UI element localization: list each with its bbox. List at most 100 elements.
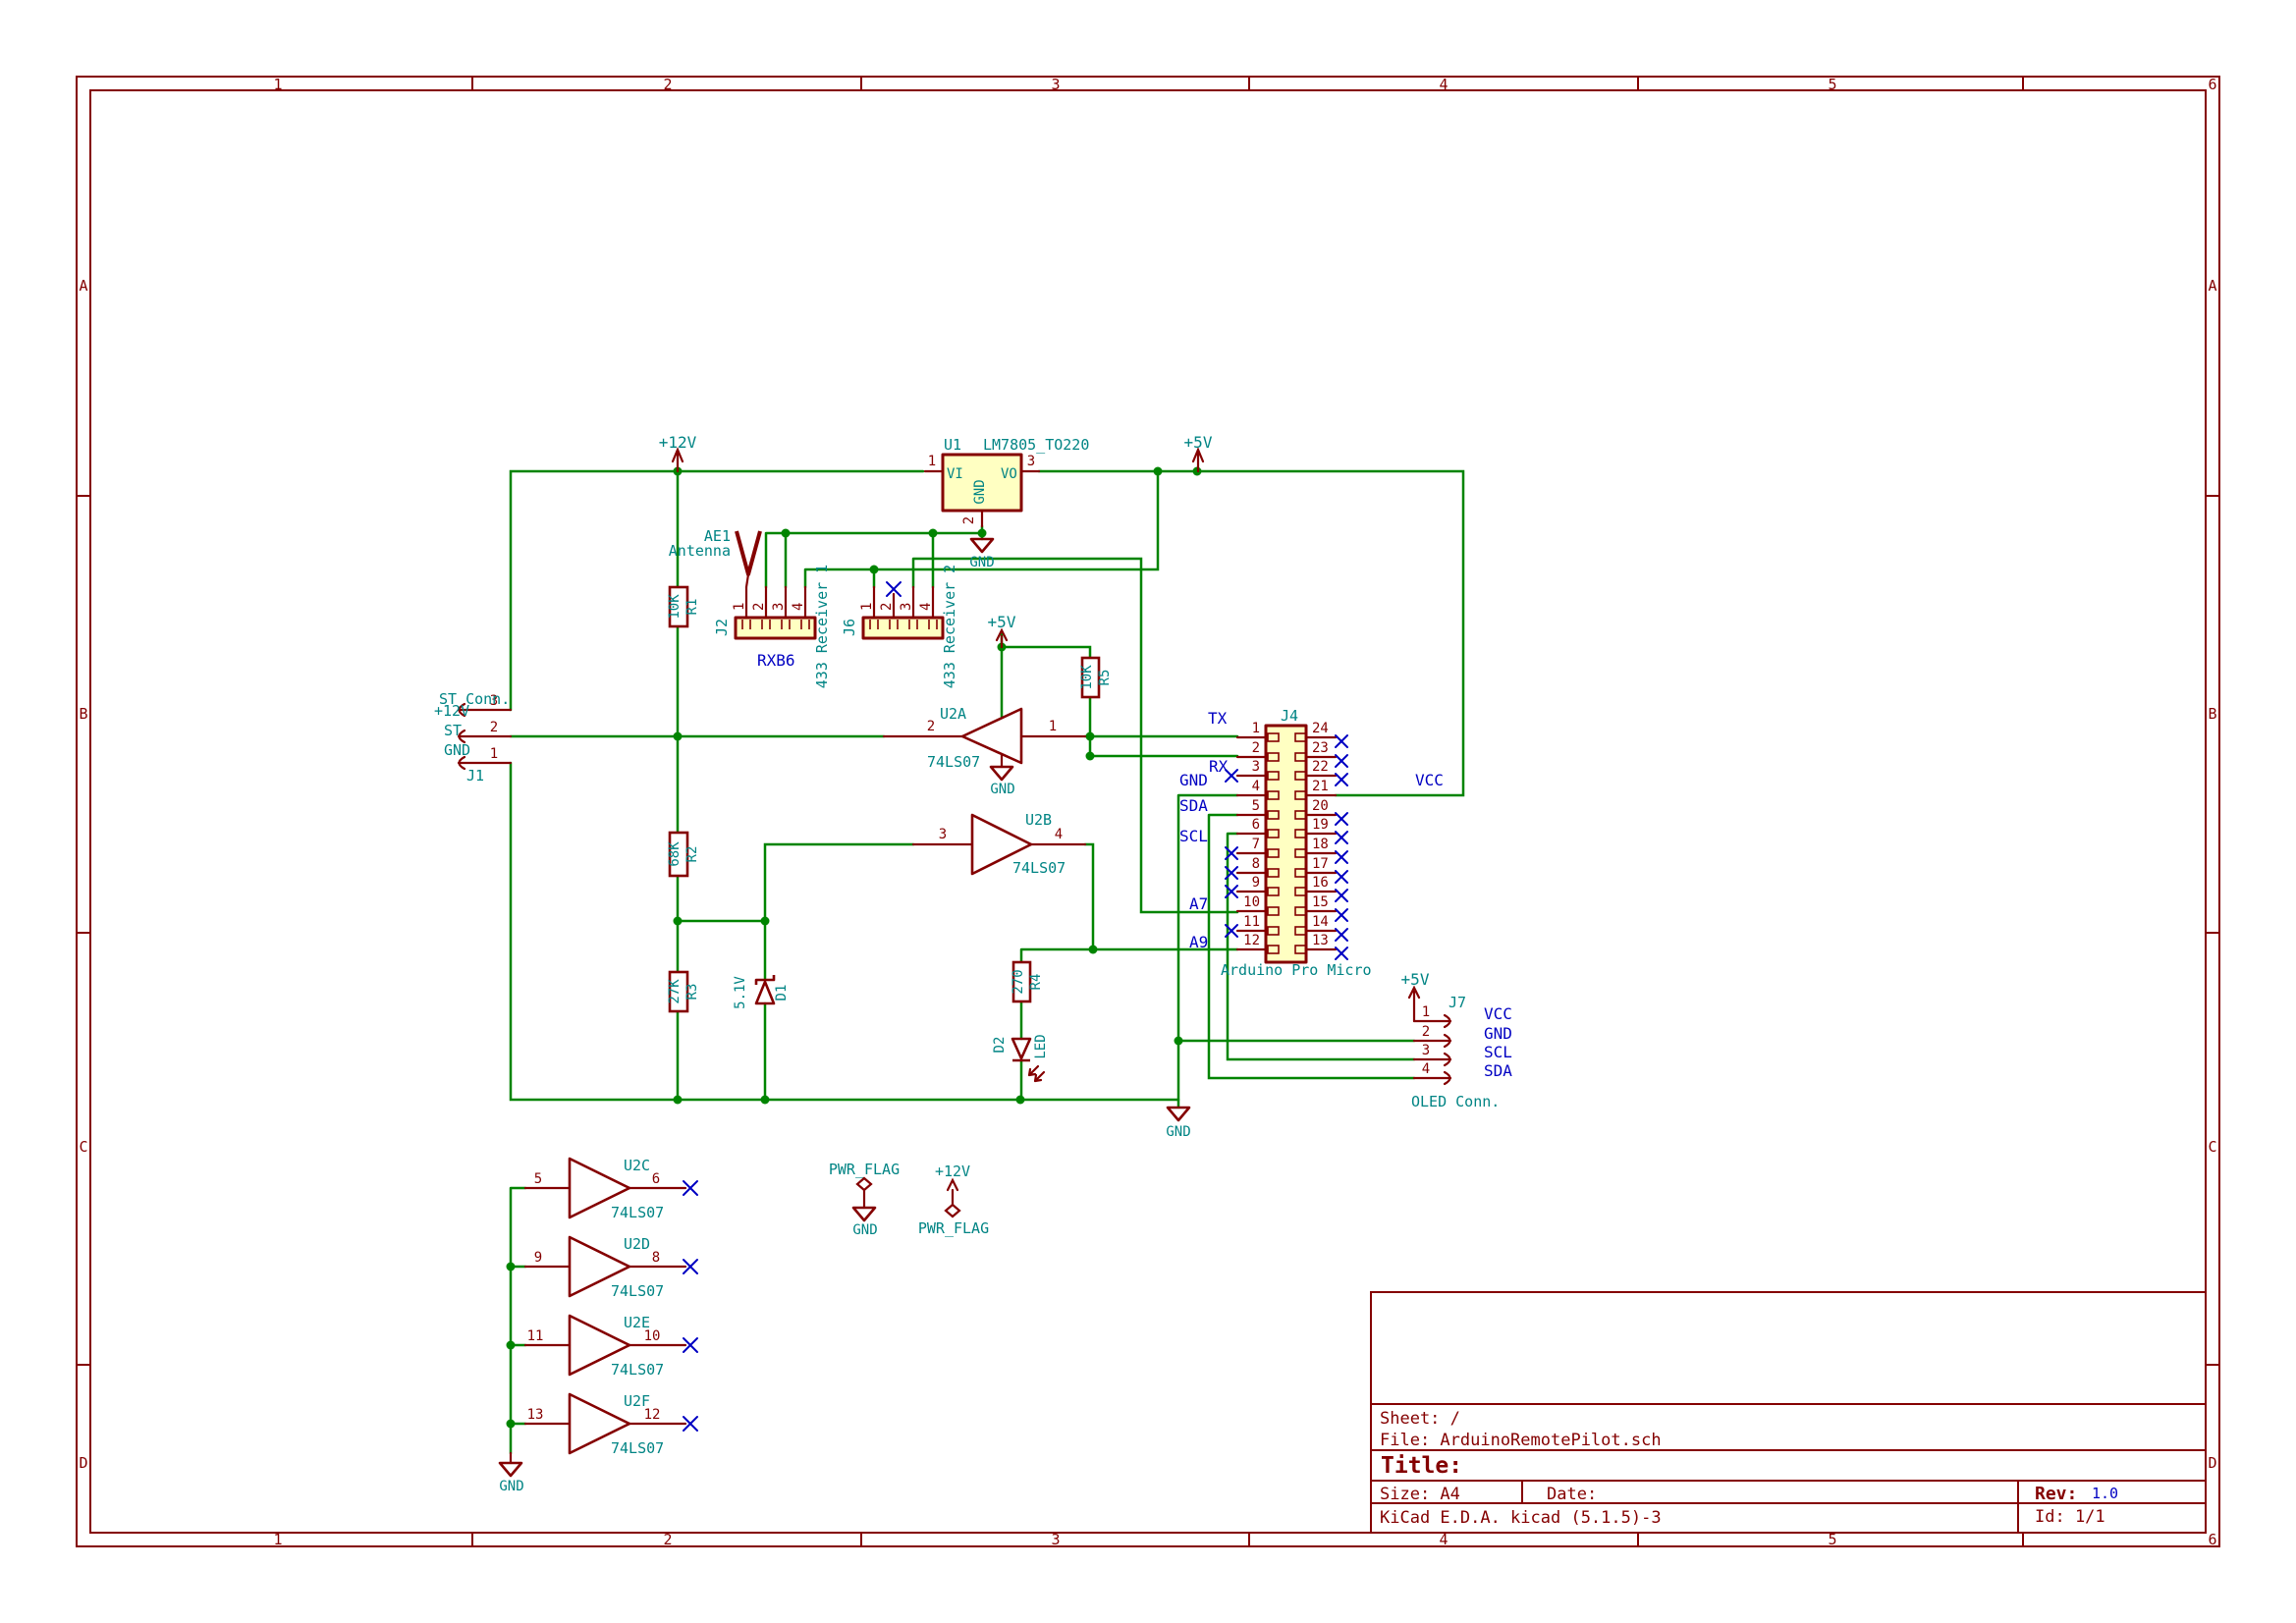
r1-ref: R1 [684,599,700,616]
net-label-tx[interactable]: TX [1208,709,1228,728]
no-connect-icon [1335,754,1348,768]
j4-pin-number: 18 [1312,837,1329,852]
j4-pin-number: 7 [1252,837,1260,852]
gnd-symbol-center[interactable]: GND [1166,1106,1191,1140]
j1-pin1-label: GND [444,741,470,759]
buffer-u2e[interactable]: U2E 74LS07 11 10 [523,1314,698,1379]
u1-value: LM7805_TO220 [983,436,1089,454]
power-5v-u2a[interactable]: +5V [988,613,1016,649]
j7-ref: J7 [1449,994,1466,1011]
power-12v-main[interactable]: +12V [659,433,697,473]
schematic-canvas: 1 2 3 4 5 6 1 2 3 4 5 6 A B C D A B C D … [0,0,2296,1623]
j6-pin-number: 4 [918,603,934,611]
gnd-symbol-u2a[interactable]: GND [989,753,1015,797]
regulator-u1[interactable]: U1 LM7805_TO220 VI VO GND 1 3 2 [923,436,1089,528]
u2c-ref: U2C [624,1157,650,1174]
gnd-symbol-u1[interactable]: GND [969,537,995,570]
no-connect-icon [1335,928,1348,942]
connector-j6[interactable]: 1 2 3 4 J6 433 Receiver 2 [841,565,958,688]
power-5v-main[interactable]: +5V [1184,433,1213,473]
j1-ref: J1 [466,767,484,784]
net-label-sda[interactable]: SDA [1179,796,1208,815]
connector-j1[interactable]: 3 2 1 ST Conn. +12V ST GND J1 [434,690,513,784]
connector-j2[interactable]: 1 2 3 4 J2 RXB6 433 Receiver 1 [713,565,831,688]
u2e-pin-number: 10 [644,1328,661,1344]
j2-pin-number: 2 [751,603,767,611]
u1-pin-vo: VO [1001,466,1017,482]
j4-desc: Arduino Pro Micro [1221,961,1372,979]
net-label-vcc[interactable]: VCC [1415,771,1444,789]
resistor-r4[interactable]: 270 R4 [1011,960,1044,1003]
antenna-ae1[interactable]: AE1 Antenna [669,527,762,589]
j6-pin-number: 3 [899,603,914,611]
resistor-r2[interactable]: 68K R2 [667,831,700,878]
u1-pin-number: 3 [1027,454,1035,469]
power-label: +12V [659,433,697,452]
resistor-r1[interactable]: 10K R1 [667,585,700,628]
j6-pin-number: 2 [879,603,895,611]
gnd-symbol-buffers[interactable]: GND [498,1451,524,1494]
j4-pin-number: 11 [1243,914,1260,930]
net-label-gnd[interactable]: GND [1179,771,1208,789]
frame-col-label: 2 [663,1531,672,1548]
j4-pin-number: 22 [1312,759,1329,775]
no-connect-icon [1335,889,1348,902]
j4-pin-number: 14 [1312,914,1329,930]
u2d-pin-number: 8 [652,1250,660,1266]
power-label: +5V [1184,433,1213,452]
title-block-sheet: Sheet: / [1380,1409,1460,1429]
j7-pin-number: 3 [1422,1043,1430,1058]
resistor-r5[interactable]: 10K R5 [1079,656,1113,699]
buffer-u2f[interactable]: U2F 74LS07 13 12 [523,1392,698,1457]
no-connect-icon [1335,870,1348,884]
j4-pin-number: 24 [1312,721,1329,736]
ae1-value: Antenna [669,542,731,560]
pwr-flag-gnd[interactable]: PWR_FLAG GND [829,1161,900,1238]
frame-col-label: 3 [1051,76,1060,93]
connector-j7[interactable]: 1 2 3 4 VCC GND SCL SDA J7 OLED Conn. [1411,994,1512,1110]
buffer-u2b[interactable]: U2B 74LS07 3 4 [911,811,1087,877]
title-block: Sheet: / File: ArduinoRemotePilot.sch Ti… [1370,1291,2207,1533]
r2-value: 68K [667,841,683,867]
j6-ref: J6 [841,619,858,636]
net-label-a7[interactable]: A7 [1189,894,1208,913]
pwr-flag-12v[interactable]: +12V PWR_FLAG [918,1163,989,1237]
title-block-id: Id: 1/1 [2035,1507,2105,1527]
buffer-u2c[interactable]: U2C 74LS07 5 6 [523,1157,698,1221]
j1-pin3-label: +12V [434,702,469,720]
j4-ref: J4 [1281,707,1298,725]
frame-row-label: D [2208,1454,2216,1472]
r4-value: 270 [1011,969,1026,994]
buffer-u2d[interactable]: U2D 74LS07 9 8 [523,1235,698,1300]
j4-pin-number: 19 [1312,817,1329,833]
r5-value: 10K [1079,665,1095,690]
no-connect-icon [1335,850,1348,864]
j7-pin-number: 2 [1422,1024,1430,1040]
j4-pin-number: 17 [1312,856,1329,872]
r3-ref: R3 [684,984,700,1001]
frame-row-label: A [2208,277,2216,295]
resistor-r3[interactable]: 27K R3 [667,970,700,1013]
buffer-u2a[interactable]: U2A 74LS07 2 1 [882,705,1087,771]
net-label-a9[interactable]: A9 [1189,933,1208,951]
j2-ref: J2 [713,619,731,636]
u2c-value: 74LS07 [611,1204,664,1221]
title-block-rev-label: Rev: [2035,1484,2077,1504]
u2b-pin-number: 3 [939,827,947,842]
gnd-label: GND [852,1222,877,1238]
frame-col-label: 4 [1439,76,1448,93]
frame-row-label: D [79,1454,87,1472]
j4-pin-number: 4 [1252,779,1260,794]
title-block-size: Size: A4 [1380,1485,1460,1504]
zener-d1[interactable]: 5.1V D1 [733,975,790,1009]
j4-pin-number: 8 [1252,856,1260,872]
frame-row-label: B [79,705,87,723]
j1-pin-number: 2 [490,720,498,735]
j4-pin-number: 20 [1312,798,1329,814]
net-label-scl[interactable]: SCL [1179,827,1208,845]
sheet-frame: 1 2 3 4 5 6 1 2 3 4 5 6 A B C D A B C D [76,76,2220,1548]
title-block-rev-value: 1.0 [2092,1485,2118,1502]
u2c-pin-number: 6 [652,1171,660,1187]
connector-j4[interactable]: 1 242 233 224 215 206 197 188 179 1610 1511 1412 13 … [1221,707,1372,979]
net-label-rx[interactable]: RX [1209,757,1229,776]
